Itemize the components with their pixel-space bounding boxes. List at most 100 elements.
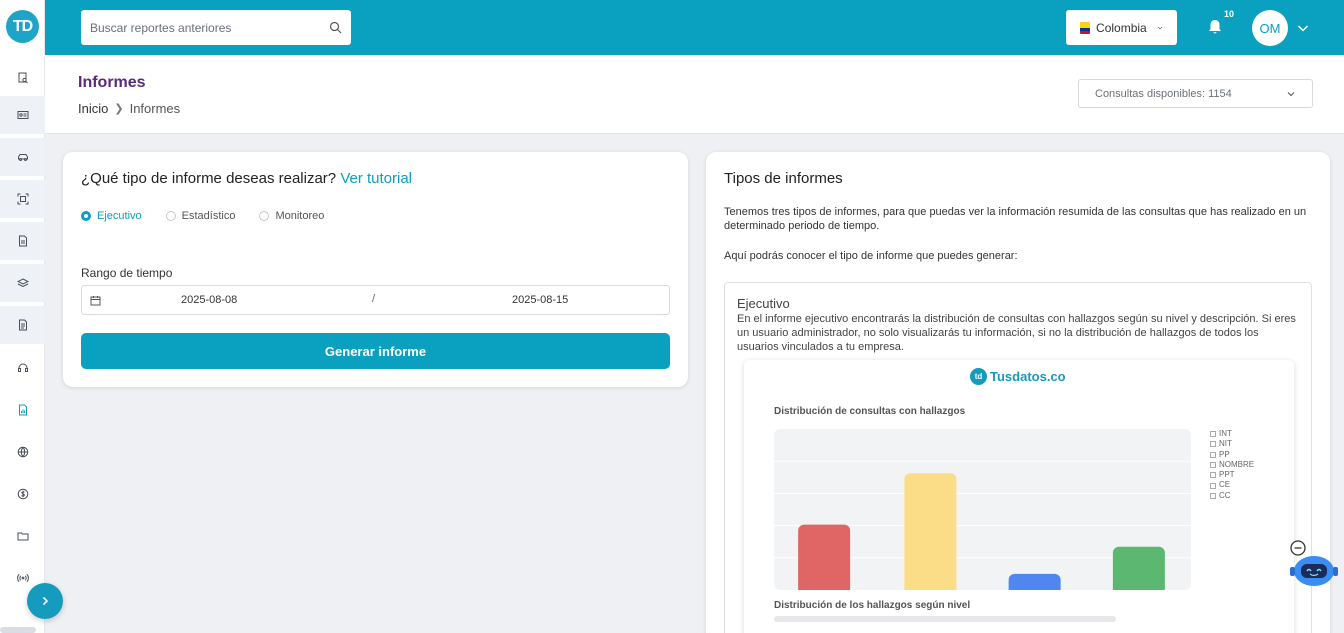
top-bar: Colombia 10 OM	[45, 0, 1344, 55]
search-box[interactable]	[81, 10, 351, 45]
report-form-card: ¿Qué tipo de informe deseas realizar? Ve…	[63, 152, 688, 387]
globe-icon[interactable]	[0, 433, 45, 471]
tusdatos-logo: td Tusdatos.co	[970, 368, 1066, 385]
radio-icon	[165, 211, 176, 221]
legend-label: CE	[1219, 480, 1231, 490]
document-icon[interactable]	[0, 306, 45, 344]
layers-icon[interactable]	[0, 264, 45, 302]
document-search-icon[interactable]	[0, 59, 45, 97]
chart2-title: Distribución de los hallazgos según nive…	[774, 600, 971, 611]
search-icon[interactable]	[329, 21, 342, 34]
breadcrumb-separator-icon: ❯	[114, 103, 124, 115]
report-preview: td Tusdatos.co Distribución de consultas…	[744, 360, 1294, 633]
legend-item-nit[interactable]: NIT	[1210, 439, 1254, 449]
legend-checkbox-icon	[1210, 472, 1216, 479]
chevron-right-icon	[42, 596, 49, 606]
legend-item-int[interactable]: INT	[1210, 429, 1254, 439]
question-text: ¿Qué tipo de informe deseas realizar?	[81, 170, 337, 187]
legend-checkbox-icon	[1210, 492, 1216, 499]
legend-label: PPT	[1219, 470, 1235, 480]
tusdatos-mark-icon: td	[970, 368, 987, 385]
country-label: Colombia	[1096, 20, 1147, 35]
avatar[interactable]: OM	[1252, 10, 1288, 46]
scan-icon[interactable]	[0, 180, 45, 218]
calendar-icon	[90, 296, 101, 306]
report-types-description: Tenemos tres tipos de informes, para que…	[724, 206, 1307, 232]
chart-legend: INT NIT PP NOMBRE PPT CE CC	[1210, 429, 1254, 501]
country-selector[interactable]: Colombia	[1066, 10, 1177, 45]
legend-label: PP	[1219, 449, 1230, 459]
user-menu-chevron-icon[interactable]	[1296, 21, 1310, 35]
legend-item-ce[interactable]: CE	[1210, 480, 1254, 490]
chart-bar-1	[904, 473, 957, 590]
bell-icon[interactable]	[1206, 18, 1224, 36]
notification-badge: 10	[1224, 9, 1235, 19]
date-range-picker[interactable]: 2025-08-08 / 2025-08-15	[81, 285, 670, 315]
legend-checkbox-icon	[1210, 462, 1216, 469]
legend-label: CC	[1219, 490, 1231, 500]
ejecutivo-description: En el informe ejecutivo encontrarás la d…	[737, 313, 1296, 353]
report-types-title: Tipos de informes	[724, 170, 843, 187]
chevron-down-icon	[1287, 91, 1295, 96]
page-title: Informes	[78, 74, 146, 91]
brand-name: Tusdatos.co	[990, 369, 1066, 384]
chevron-down-icon	[1157, 26, 1162, 29]
legend-checkbox-icon	[1210, 482, 1216, 489]
search-input[interactable]	[90, 20, 329, 35]
expand-sidebar-button[interactable]	[27, 583, 63, 619]
report-types-hint: Aquí podrás conocer el tipo de informe q…	[724, 250, 1018, 262]
findings-bar-chart	[774, 429, 1191, 590]
breadcrumb: Inicio ❯ Informes	[78, 101, 180, 116]
radio-icon	[259, 211, 270, 221]
option-label: Monitoreo	[275, 210, 325, 222]
chart-bar-2	[1008, 573, 1061, 590]
legend-item-nombre[interactable]: NOMBRE	[1210, 460, 1254, 470]
option-ejecutivo[interactable]: Ejecutivo	[81, 210, 142, 222]
sidebar-scrollbar[interactable]	[0, 627, 36, 633]
legend-item-cc[interactable]: CC	[1210, 491, 1254, 501]
date-end[interactable]: 2025-08-15	[512, 294, 568, 306]
legend-checkbox-icon	[1210, 441, 1216, 448]
id-card-icon[interactable]	[0, 96, 45, 134]
car-icon[interactable]	[0, 138, 45, 176]
assistant-bot-icon[interactable]	[1287, 538, 1339, 590]
file-icon[interactable]	[0, 222, 45, 260]
legend-checkbox-icon	[1210, 451, 1216, 458]
tutorial-link[interactable]: Ver tutorial	[340, 170, 412, 187]
option-estadistico[interactable]: Estadístico	[165, 210, 236, 222]
sidebar: TD	[0, 0, 45, 633]
range-label: Rango de tiempo	[81, 266, 173, 280]
breadcrumb-current: Informes	[129, 101, 181, 116]
report-types-card: Tipos de informes Tenemos tres tipos de …	[706, 152, 1330, 633]
date-start[interactable]: 2025-08-08	[181, 294, 237, 306]
legend-label: NOMBRE	[1219, 459, 1255, 469]
ejecutivo-title: Ejecutivo	[737, 296, 790, 311]
chart-bar-3	[1112, 546, 1165, 590]
consultas-dropdown[interactable]: Consultas disponibles: 1154	[1078, 79, 1313, 108]
form-question: ¿Qué tipo de informe deseas realizar? Ve…	[81, 170, 412, 187]
breadcrumb-home[interactable]: Inicio	[78, 101, 108, 116]
headset-icon[interactable]	[0, 349, 45, 387]
legend-item-ppt[interactable]: PPT	[1210, 470, 1254, 480]
legend-item-pp[interactable]: PP	[1210, 450, 1254, 460]
report-icon[interactable]	[0, 391, 45, 429]
ejecutivo-panel: Ejecutivo En el informe ejecutivo encont…	[724, 282, 1312, 633]
legend-checkbox-icon	[1210, 431, 1216, 438]
radio-checked-icon	[81, 211, 91, 221]
page-header: Informes Inicio ❯ Informes Consultas dis…	[45, 55, 1344, 134]
dollar-icon[interactable]	[0, 475, 45, 513]
report-type-options: Ejecutivo Estadístico Monitoreo	[81, 210, 324, 222]
folder-icon[interactable]	[0, 517, 45, 555]
colombia-flag-icon	[1080, 21, 1091, 34]
option-monitoreo[interactable]: Monitoreo	[259, 210, 324, 222]
consultas-label: Consultas disponibles: 1154	[1095, 87, 1232, 100]
logo[interactable]: TD	[6, 10, 39, 43]
legend-label: INT	[1219, 429, 1232, 438]
generate-report-button[interactable]: Generar informe	[81, 333, 670, 369]
chart-bar-0	[798, 524, 851, 590]
chart2-placeholder	[774, 616, 1116, 622]
chart-title: Distribución de consultas con hallazgos	[774, 406, 966, 417]
legend-label: NIT	[1219, 439, 1232, 449]
option-label: Estadístico	[181, 210, 236, 222]
date-separator: /	[372, 293, 376, 305]
